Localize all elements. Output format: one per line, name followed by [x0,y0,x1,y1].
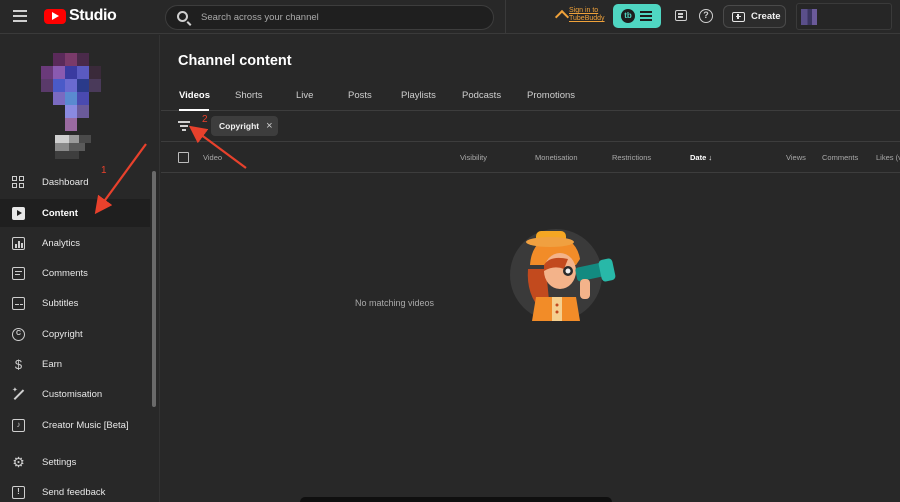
sort-arrow-down-icon: ↓ [708,153,713,162]
sidebar-item-settings[interactable]: ⚙ Settings [0,448,150,476]
signin-text: Sign in to TubeBuddy [569,7,605,22]
detective-binoculars-icon [510,229,616,321]
divider [505,0,506,34]
annotation-marker-2: 2 [202,114,208,125]
sidebar-item-label: Copyright [42,328,83,340]
sidebar-item-creator-music[interactable]: ♪ Creator Music [Beta] [0,411,150,439]
tubebuddy-signin-link[interactable]: Sign in to TubeBuddy [556,7,613,23]
sidebar-item-earn[interactable]: $ Earn [0,350,150,378]
sidebar-item-label: Send feedback [42,486,106,498]
sidebar-item-label: Analytics [42,237,81,249]
signin-arrow-icon [556,9,566,21]
chat-feedback-icon[interactable] [675,10,687,21]
gear-icon: ⚙ [12,453,25,470]
main-content: Channel content Videos Shorts Live Posts… [161,35,900,502]
sidebar-item-content[interactable]: Content [0,199,150,227]
account-switcher[interactable] [796,3,892,30]
tab-videos[interactable]: Videos [179,90,210,101]
avatar [801,9,817,25]
copyright-icon: C [12,327,25,341]
column-date[interactable]: Date ↓ [690,153,712,162]
sidebar-item-dashboard[interactable]: Dashboard [0,168,150,196]
logo-text: Studio [69,7,117,24]
active-tab-indicator [179,109,209,111]
sidebar: Dashboard Content Analytics Comments Sub… [0,35,160,502]
column-likes[interactable]: Likes (v [876,153,900,162]
earn-icon: $ [14,356,23,372]
filter-chip-label: Copyright [219,121,260,131]
column-video: Video [203,153,223,162]
content-tabs: Videos Shorts Live Posts Playlists Podca… [161,85,900,111]
empty-state-illustration [510,225,616,325]
search-input[interactable] [201,6,486,29]
close-icon[interactable]: × [266,121,272,132]
tab-podcasts[interactable]: Podcasts [462,90,501,101]
analytics-icon [12,236,25,250]
channel-avatar[interactable] [41,53,101,131]
menu-icon[interactable] [13,10,27,22]
studio-logo[interactable]: Studio [44,7,117,25]
music-icon: ♪ [12,418,25,432]
search-bar[interactable] [165,5,494,30]
sidebar-item-label: Creator Music [Beta] [42,419,129,431]
channel-name [55,135,95,161]
top-bar: Studio Sign in to TubeBuddy tb ? Create [0,0,900,34]
tab-live[interactable]: Live [296,90,313,101]
tab-shorts[interactable]: Shorts [235,90,262,101]
sidebar-item-comments[interactable]: Comments [0,259,150,287]
bottom-handle [300,497,612,502]
create-video-icon [732,11,745,22]
sidebar-item-label: Dashboard [42,176,89,188]
youtube-play-icon [44,8,66,24]
comments-icon [12,266,25,280]
feedback-icon: ! [12,485,25,499]
tab-promotions[interactable]: Promotions [527,90,575,101]
page-title: Channel content [178,53,292,69]
help-icon[interactable]: ? [699,9,713,23]
sidebar-item-label: Content [42,207,78,219]
tubebuddy-menu-button[interactable]: tb [613,4,661,28]
select-all-checkbox[interactable] [178,152,189,163]
tab-playlists[interactable]: Playlists [401,90,436,101]
tubebuddy-logo-icon: tb [621,9,635,23]
sidebar-item-label: Settings [42,456,77,468]
content-icon [12,206,25,220]
menu-lines-icon [640,11,652,23]
filter-bar: Copyright × [161,112,900,142]
customisation-icon [12,386,25,401]
annotation-marker-1: 1 [101,165,107,176]
column-date-label: Date [690,153,707,162]
sidebar-item-send-feedback[interactable]: ! Send feedback [0,478,150,502]
column-monetisation[interactable]: Monetisation [535,153,578,162]
column-comments[interactable]: Comments [822,153,858,162]
empty-state-message: No matching videos [354,298,435,308]
studio-app: Studio Sign in to TubeBuddy tb ? Create [0,0,900,502]
filter-chip-copyright[interactable]: Copyright × [211,116,278,136]
create-button[interactable]: Create [723,5,786,28]
column-restrictions[interactable]: Restrictions [612,153,651,162]
table-header: Video Visibility Monetisation Restrictio… [161,143,900,173]
sidebar-item-label: Comments [42,267,88,279]
sidebar-item-customisation[interactable]: Customisation [0,380,150,408]
search-icon [177,11,188,22]
create-label: Create [751,11,781,22]
sidebar-item-label: Earn [42,358,63,370]
sidebar-item-analytics[interactable]: Analytics [0,229,150,257]
sidebar-scrollbar[interactable] [152,171,156,407]
dashboard-icon [12,175,25,189]
sidebar-item-label: Customisation [42,388,103,400]
filter-icon[interactable] [178,121,190,131]
sidebar-item-copyright[interactable]: C Copyright [0,320,150,348]
column-views[interactable]: Views [786,153,806,162]
column-visibility[interactable]: Visibility [460,153,487,162]
tab-posts[interactable]: Posts [348,90,372,101]
